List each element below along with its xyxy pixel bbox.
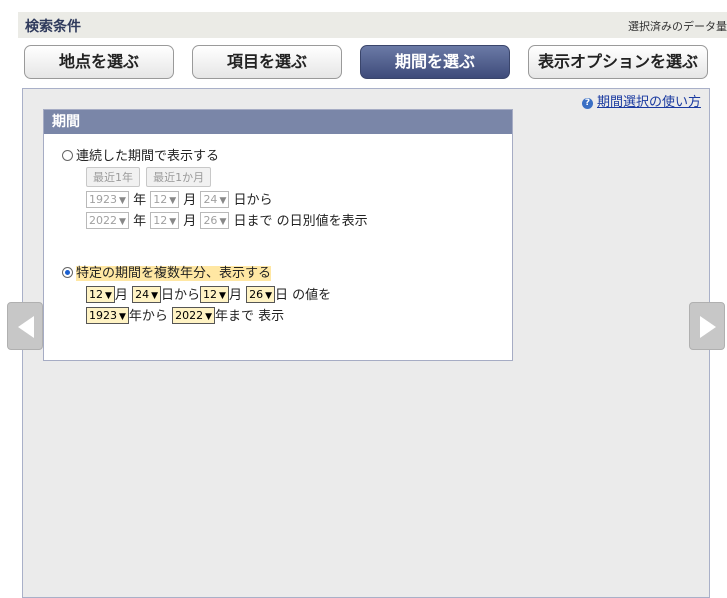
text-year-to: 年まで 表示 (215, 309, 285, 324)
continuous-from-row: 1923 ▼ 年 12 ▼ 月 24 ▼ 日から (86, 189, 273, 208)
to-month-select[interactable]: 12 ▼ (150, 212, 180, 229)
year-unit: 年 (133, 193, 147, 208)
start-month-select[interactable]: 12 ▼ (86, 286, 115, 303)
help-icon: ? (581, 98, 593, 109)
header-title: 検索条件 (25, 19, 81, 35)
month-unit: 月 (183, 193, 197, 208)
recent-1-month-button[interactable]: 最近1か月 (146, 167, 212, 187)
tab-select-item[interactable]: 項目を選ぶ (192, 45, 342, 79)
specific-radio[interactable] (62, 267, 73, 278)
specific-option[interactable]: 特定の期間を複数年分、表示する (62, 262, 272, 281)
start-day-select[interactable]: 24 ▼ (132, 286, 161, 303)
continuous-radio[interactable] (62, 150, 73, 161)
from-suffix: 日から (233, 193, 273, 208)
recent-1-year-button[interactable]: 最近1年 (86, 167, 140, 187)
specific-year-row: 1923 ▼ 年から 2022 ▼ 年まで 表示 (86, 305, 284, 324)
text-year-from: 年から (128, 309, 168, 324)
continuous-to-row: 2022 ▼ 年 12 ▼ 月 26 ▼ 日まで の日別値を表示 (86, 210, 368, 229)
specific-date-row: 12 ▼ 月 24 ▼ 日から 12 ▼ 月 26 ▼ 日 の値を (86, 284, 331, 303)
year-unit: 年 (133, 214, 147, 229)
help-link-container: ? 期間選択の使い方 (581, 91, 701, 110)
end-month-select[interactable]: 12 ▼ (200, 286, 229, 303)
month-unit: 月 (114, 288, 128, 303)
tab-display-options[interactable]: 表示オプションを選ぶ (528, 45, 708, 79)
specific-label: 特定の期間を複数年分、表示する (76, 266, 272, 281)
period-help-link[interactable]: 期間選択の使い方 (597, 95, 701, 110)
from-year-range-select[interactable]: 1923 ▼ (86, 307, 129, 324)
from-day-select[interactable]: 24 ▼ (200, 191, 230, 208)
period-box-title: 期間 (44, 110, 512, 134)
next-step-button[interactable] (689, 302, 725, 350)
prev-step-button[interactable] (7, 302, 43, 350)
text-from: 日から (161, 288, 201, 303)
month-unit: 月 (228, 288, 242, 303)
month-unit: 月 (183, 214, 197, 229)
text-value: 日 の値を (275, 288, 332, 303)
search-conditions-header: 検索条件 選択済みのデータ量 (18, 12, 727, 38)
continuous-option[interactable]: 連続した期間で表示する (62, 145, 219, 164)
selected-data-amount: 選択済みのデータ量 (628, 20, 727, 33)
quick-buttons: 最近1年 最近1か月 (86, 167, 213, 187)
from-year-select[interactable]: 1923 ▼ (86, 191, 129, 208)
to-year-select[interactable]: 2022 ▼ (86, 212, 129, 229)
period-box: 期間 連続した期間で表示する 最近1年 最近1か月 1923 ▼ 年 12 ▼ 月 … (43, 109, 513, 361)
continuous-label: 連続した期間で表示する (76, 149, 220, 164)
tab-select-period[interactable]: 期間を選ぶ (360, 45, 510, 79)
to-year-range-select[interactable]: 2022 ▼ (172, 307, 215, 324)
right-arrow-icon (700, 316, 716, 338)
left-arrow-icon (18, 316, 34, 338)
from-month-select[interactable]: 12 ▼ (150, 191, 180, 208)
period-panel: ? 期間選択の使い方 期間 連続した期間で表示する 最近1年 最近1か月 1923… (22, 88, 710, 598)
end-day-select[interactable]: 26 ▼ (246, 286, 276, 303)
to-suffix: 日まで の日別値を表示 (233, 214, 368, 229)
tab-select-station[interactable]: 地点を選ぶ (24, 45, 174, 79)
to-day-select[interactable]: 26 ▼ (200, 212, 230, 229)
